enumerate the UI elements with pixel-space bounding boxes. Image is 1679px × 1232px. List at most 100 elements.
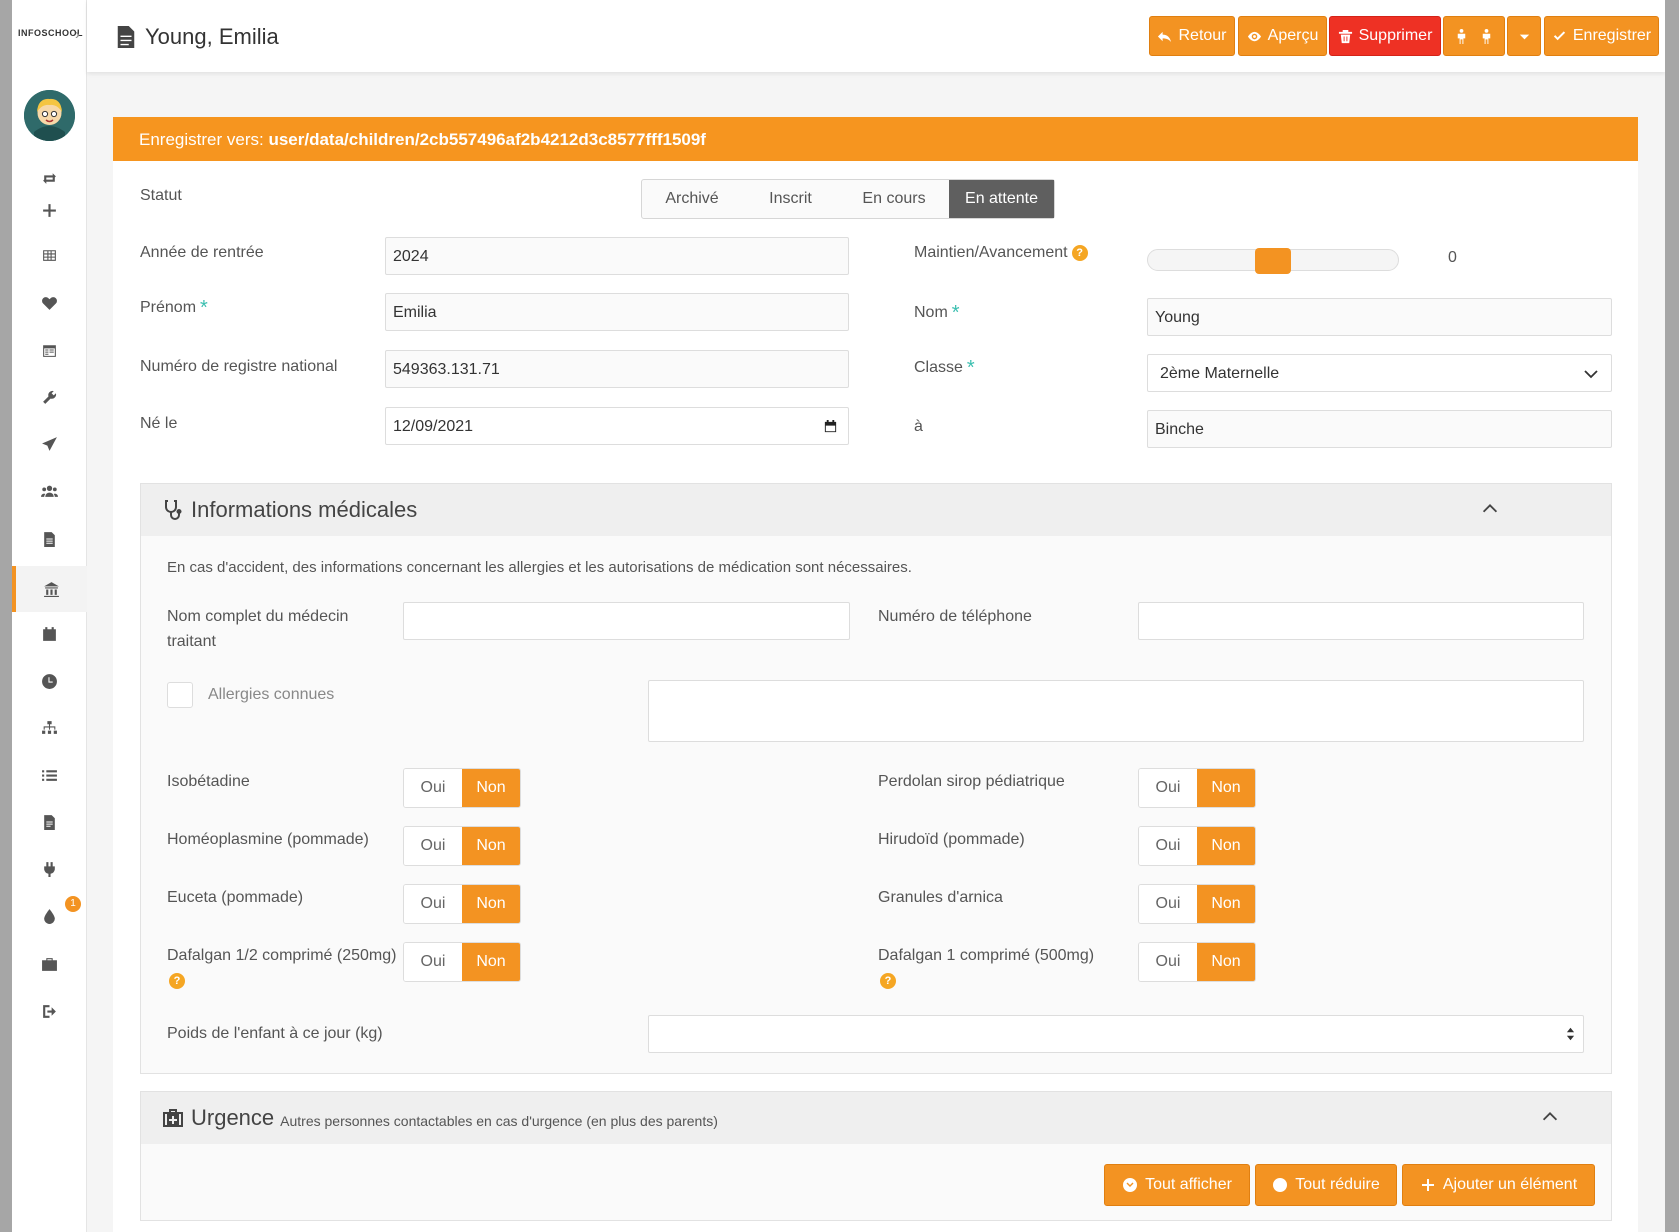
add-item-button[interactable]: Ajouter un élément [1402, 1164, 1595, 1206]
sidebar-item-add[interactable] [12, 190, 87, 230]
firstname-label: Prénom * [140, 297, 208, 319]
sidebar-item-notifications[interactable]: 1 [12, 896, 87, 936]
medical-panel-header[interactable]: Informations médicales [141, 484, 1611, 536]
list-icon [42, 769, 57, 781]
sidebar-item-institution[interactable] [12, 566, 87, 612]
allergies-checkbox[interactable] [167, 682, 193, 708]
status-option-pending[interactable]: En attente [949, 180, 1054, 218]
hirudoid-toggle: Oui Non [1138, 826, 1256, 866]
sidebar-item-plugins[interactable] [12, 849, 87, 889]
sidebar-item-calendar-list[interactable] [12, 330, 87, 370]
collapse-icon[interactable] [1479, 498, 1501, 520]
paper-plane-icon [42, 436, 57, 451]
status-option-in-progress[interactable]: En cours [839, 180, 949, 218]
euceta-toggle: Oui Non [403, 884, 521, 924]
med-label-dafalgan-250: Dafalgan 1/2 comprimé (250mg)? [167, 947, 397, 989]
sidebar-item-send[interactable] [12, 424, 87, 464]
lastname-label: Nom * [914, 302, 960, 324]
yes-option[interactable]: Oui [404, 769, 462, 807]
phone-input[interactable] [1138, 602, 1584, 640]
sidebar-item-users[interactable] [12, 471, 87, 511]
logo: INFOSCHOOL [18, 28, 83, 38]
sidebar-item-documents[interactable] [12, 519, 87, 559]
sidebar-item-logout[interactable] [12, 991, 87, 1031]
chevron-right-icon[interactable]: › [75, 26, 80, 43]
child-icon [1457, 28, 1466, 44]
file-text-icon [44, 814, 55, 830]
national-id-input[interactable]: 549363.131.71 [385, 350, 849, 388]
birthplace-input[interactable]: Binche [1147, 410, 1612, 448]
delete-button[interactable]: Supprimer [1329, 16, 1441, 56]
spinner-icon[interactable] [1566, 1026, 1575, 1042]
help-icon[interactable]: ? [1071, 245, 1088, 261]
sidebar-item-tools[interactable] [12, 377, 87, 417]
no-option[interactable]: Non [462, 827, 520, 865]
no-option[interactable]: Non [462, 943, 520, 981]
med-label-arnica: Granules d'arnica [878, 889, 1003, 906]
dafalgan-500-toggle: Oui Non [1138, 942, 1256, 982]
preview-button[interactable]: Aperçu [1238, 16, 1327, 56]
sidebar-item-hierarchy[interactable] [12, 708, 87, 748]
yes-option[interactable]: Oui [404, 943, 462, 981]
reply-icon [1158, 31, 1172, 42]
sidebar-item-briefcase[interactable] [12, 944, 87, 984]
lastname-input[interactable]: Young [1147, 298, 1612, 336]
save-path-banner: Enregistrer vers: user/data/children/2cb… [113, 117, 1638, 161]
weight-input[interactable] [648, 1015, 1584, 1053]
medical-panel-title: Informations médicales [191, 497, 418, 522]
sidebar-item-reports[interactable] [12, 802, 87, 842]
doctor-label: Nom complet du médecin traitant [167, 608, 349, 650]
yes-option[interactable]: Oui [404, 885, 462, 923]
doctor-input[interactable] [403, 602, 850, 640]
child-button[interactable] [1443, 16, 1505, 56]
maintien-slider[interactable] [1147, 248, 1399, 274]
entry-year-input[interactable]: 2024 [385, 237, 849, 275]
back-button[interactable]: Retour [1149, 16, 1235, 56]
no-option[interactable]: Non [462, 885, 520, 923]
entry-year-label: Année de rentrée [140, 244, 264, 261]
save-button[interactable]: Enregistrer [1544, 16, 1659, 56]
class-label: Classe * [914, 357, 975, 379]
calendar-icon[interactable] [823, 419, 838, 434]
slider-handle[interactable] [1255, 248, 1291, 274]
notification-badge: 1 [65, 896, 81, 912]
top-bar: Young, Emilia Retour Aperçu Supprimer En… [87, 0, 1665, 72]
chevron-down-icon [1584, 370, 1598, 379]
urgence-panel-header[interactable]: Urgence Autres personnes contactables en… [141, 1092, 1611, 1144]
sidebar-item-grid[interactable] [12, 235, 87, 275]
sidebar-item-history[interactable] [12, 661, 87, 701]
status-option-archive[interactable]: Archivé [642, 180, 742, 218]
no-option[interactable]: Non [1197, 827, 1255, 865]
first-aid-kit-icon [163, 1109, 183, 1127]
maintien-label: Maintien/Avancement? [914, 244, 1088, 262]
allergies-textarea[interactable] [648, 680, 1584, 742]
yes-option[interactable]: Oui [404, 827, 462, 865]
urgence-panel-subtitle: Autres personnes contactables en cas d'u… [280, 1113, 718, 1129]
help-icon[interactable]: ? [169, 973, 185, 989]
dropdown-toggle-button[interactable] [1507, 16, 1541, 56]
no-option[interactable]: Non [1197, 943, 1255, 981]
help-icon[interactable]: ? [880, 973, 896, 989]
users-icon [41, 485, 58, 497]
status-option-enrolled[interactable]: Inscrit [742, 180, 839, 218]
sidebar-item-calendar[interactable] [12, 614, 87, 654]
collapse-icon[interactable] [1539, 1106, 1561, 1128]
no-option[interactable]: Non [1197, 885, 1255, 923]
homeoplasmine-toggle: Oui Non [403, 826, 521, 866]
yes-option[interactable]: Oui [1139, 769, 1197, 807]
yes-option[interactable]: Oui [1139, 943, 1197, 981]
sidebar-item-list[interactable] [12, 755, 87, 795]
birthdate-input[interactable]: 12/09/2021 [385, 407, 849, 445]
no-option[interactable]: Non [462, 769, 520, 807]
sidebar-item-favorites[interactable] [12, 283, 87, 323]
firstname-input[interactable]: Emilia [385, 293, 849, 331]
avatar[interactable] [24, 90, 75, 141]
show-all-button[interactable]: Tout afficher [1104, 1164, 1250, 1206]
med-label-hirudoid: Hirudoïd (pommade) [878, 831, 1025, 848]
class-select[interactable]: 2ème Maternelle [1147, 354, 1612, 392]
no-option[interactable]: Non [1197, 769, 1255, 807]
isobetadine-toggle: Oui Non [403, 768, 521, 808]
yes-option[interactable]: Oui [1139, 885, 1197, 923]
collapse-all-button[interactable]: Tout réduire [1255, 1164, 1397, 1206]
yes-option[interactable]: Oui [1139, 827, 1197, 865]
